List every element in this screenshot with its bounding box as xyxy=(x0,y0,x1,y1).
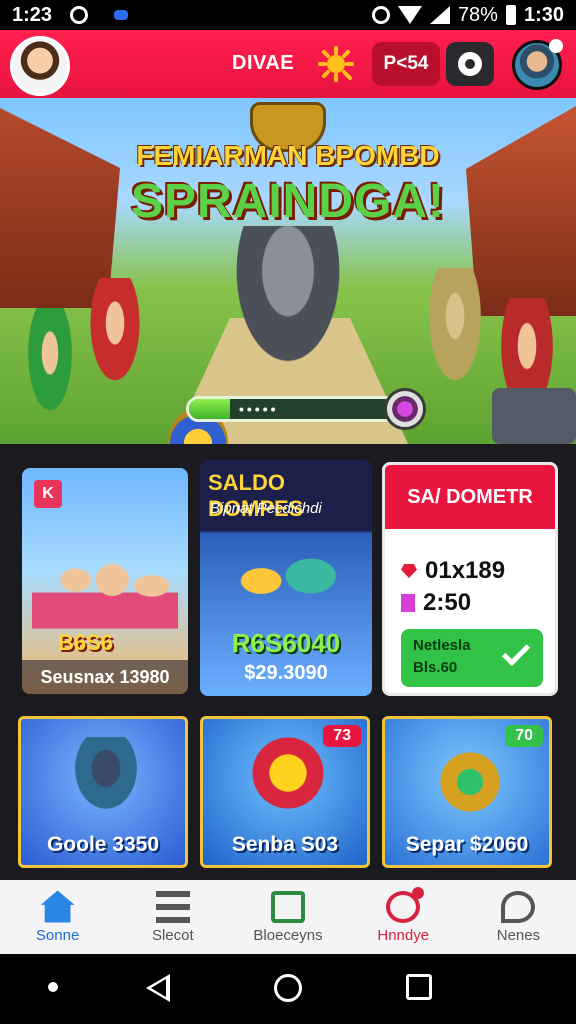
nav-label: Nenes xyxy=(496,926,541,944)
home-circle-icon[interactable] xyxy=(274,974,302,1002)
hero-character-knight xyxy=(228,226,348,376)
back-icon[interactable] xyxy=(146,974,170,1002)
card-price: $29.3090 xyxy=(244,662,328,684)
heroes-illustration xyxy=(224,536,348,636)
check-icon xyxy=(501,637,531,667)
claim-label: Netlesla xyxy=(413,637,471,654)
notification-dot-icon xyxy=(114,10,129,20)
nav-label: Slecot xyxy=(151,926,194,944)
currency-badge[interactable]: P<54 xyxy=(372,42,440,86)
nav-label: Sonne xyxy=(35,926,80,944)
reward-orb-icon[interactable] xyxy=(384,388,426,430)
menu-icon xyxy=(155,890,190,923)
system-navigation xyxy=(0,954,576,1024)
shop-item-label: Separ $2060 xyxy=(405,833,529,856)
shop-item-knight[interactable]: Goole 3350 xyxy=(18,716,188,868)
signal-icon xyxy=(429,6,450,24)
rock-decoration xyxy=(492,388,576,444)
knight-icon xyxy=(61,737,151,827)
reward-row-gems: 01x189 xyxy=(401,557,505,585)
status-right: 78% 1:30 xyxy=(371,3,564,27)
status-time-right: 1:30 xyxy=(523,3,564,26)
shop-item-gem[interactable]: 70 Separ $2060 xyxy=(382,716,552,868)
target-icon xyxy=(386,886,425,923)
claim-button[interactable]: Netlesla Bls.60 xyxy=(401,629,543,687)
timer-value: 2:50 xyxy=(423,589,472,616)
sun-icon[interactable] xyxy=(318,46,354,82)
status-bar: 1:23 78% 1:30 xyxy=(0,0,576,30)
reward-card-title: SA/ DOMETR xyxy=(385,465,555,529)
nav-select[interactable]: Slecot xyxy=(115,880,230,954)
progress-fill xyxy=(189,399,231,419)
nav-shop[interactable]: Bloeceyns xyxy=(230,880,345,954)
reward-card: SA/ DOMETR 01x189 2:50 Netlesla Bls.60 xyxy=(382,462,558,696)
bottom-navigation: Sonne Slecot Bloeceyns Hnndye Nenes xyxy=(0,880,576,954)
assist-dot-icon[interactable] xyxy=(48,982,58,992)
hero-banner[interactable]: FEMIARMAN BPOMBD SPRAINDGA! ••••• xyxy=(0,98,576,444)
hero-title-line2: SPRAINDGA! xyxy=(130,175,445,228)
promo-card-saldo[interactable]: SALDO DOMPES Bipnat Pecdichdi R6S6040 $2… xyxy=(200,460,372,696)
nav-label: Hnndye xyxy=(377,926,430,944)
recent-apps-icon[interactable] xyxy=(406,974,432,1000)
settings-button[interactable] xyxy=(446,42,494,86)
shop-item-label: Senba S03 xyxy=(231,833,339,856)
nav-handy[interactable]: Hnndye xyxy=(346,880,461,954)
gem-icon xyxy=(401,564,417,578)
hero-character-guitar xyxy=(70,278,160,428)
battery-percent: 78% xyxy=(457,3,498,26)
progress-dots: ••••• xyxy=(239,401,279,417)
gem-relic-icon xyxy=(425,737,515,827)
player-avatar[interactable] xyxy=(10,36,70,96)
wifi-icon xyxy=(397,6,422,24)
top-header: DIVAE P<54 xyxy=(0,30,576,98)
profile-button[interactable] xyxy=(512,39,563,90)
nav-label: Bloeceyns xyxy=(253,926,323,944)
shop-item-hero[interactable]: 73 Senba S03 xyxy=(200,716,370,868)
nav-home[interactable]: Sonne xyxy=(0,880,115,954)
app-notification-icon xyxy=(70,6,89,24)
chat-icon xyxy=(501,890,536,923)
hourglass-icon xyxy=(271,890,305,923)
claim-sublabel: Bls.60 xyxy=(413,659,458,676)
timer-icon xyxy=(401,594,415,612)
nav-news[interactable]: Nenes xyxy=(461,880,576,954)
header-title: DIVAE xyxy=(232,52,295,74)
app-screen: 1:23 78% 1:30 DIVAE P<54 FEMIARMAN BPOMB… xyxy=(0,0,576,1024)
hero-icon xyxy=(243,737,333,827)
card-big-text: R6S6040 xyxy=(231,628,341,658)
promo-card-team[interactable]: K B6S6 Seusnax 13980 xyxy=(22,468,188,694)
card-label: Seusnax 13980 xyxy=(22,660,188,694)
alarm-icon xyxy=(371,6,390,24)
battery-icon xyxy=(505,5,516,25)
gem-value: 01x189 xyxy=(425,557,506,584)
shop-item-label: Goole 3350 xyxy=(46,833,160,856)
gear-icon xyxy=(458,52,482,76)
card-tag: K xyxy=(34,480,62,508)
card-subtitle: Bipnat Pecdichdi xyxy=(210,500,322,517)
hero-title-line1: FEMIARMAN BPOMBD xyxy=(136,140,440,171)
event-progress-bar: ••••• xyxy=(186,396,398,422)
reward-row-timer: 2:50 xyxy=(401,589,471,617)
notification-badge xyxy=(549,39,563,53)
status-time-left: 1:23 xyxy=(12,3,53,26)
home-icon xyxy=(40,890,75,923)
card-badge-text: B6S6 xyxy=(58,630,114,655)
